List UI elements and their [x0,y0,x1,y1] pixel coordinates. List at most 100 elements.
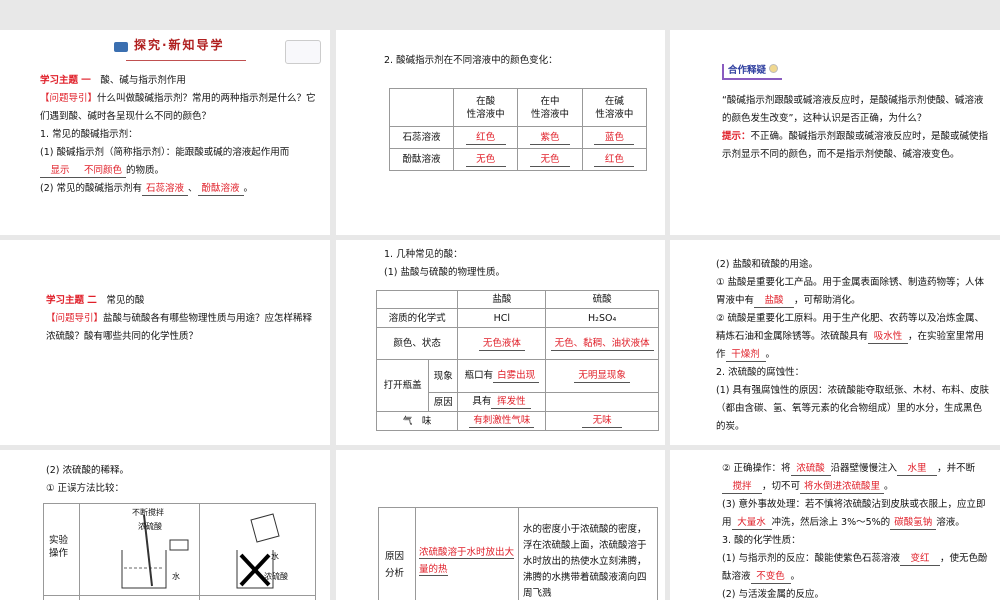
topic-label: 学习主题 一 [40,75,91,86]
answer-blank: 无色液体 [478,337,525,351]
answer-blank: 显示 [40,164,80,178]
hint-text: 不正确。酸碱指示剂跟酸或碱溶液反应时，是酸或碱使指示剂显示不同的颜色，而不是指示… [722,131,989,160]
header-cell: 在碱 性溶液中 [581,88,648,127]
line: 2. 浓硫酸的腐蚀性： [716,367,805,378]
line: ，并不断 [937,463,976,474]
line: 。 [884,481,894,492]
row-label: 颜色、状态 [375,327,459,360]
item-1b-text: (2) 常见的酸碱指示剂有 [40,183,142,194]
line: (1) 具有强腐蚀性的原因：浓硫酸能夺取纸张、木材、布料、皮肤（都由含碳、氢、氧… [716,385,989,432]
indicator-table: 在酸 性溶液中 在中 性溶液中 在碱 性溶液中 石蕊溶液 红色 紫色 蓝色 酚酞溶液 无色无… [389,88,648,171]
item-1a-end: 的物质。 [126,165,165,176]
answer-blank: 紫色 [529,131,570,145]
slide-1[interactable]: 探究·新知导学 学习主题 一 酸、碱与指示剂作用 【问题导引】什么叫做酸碱指示剂… [0,30,330,235]
topic-title: 常见的酸 [106,295,145,306]
row-label: 气 味 [375,411,459,431]
header-cell: 在酸 性溶液中 [452,88,519,127]
line: ① 正误方法比较： [46,483,125,494]
answer-blank: 不变色 [750,570,791,584]
slide-2[interactable]: 2. 酸碱指示剂在不同溶液中的颜色变化： 在酸 性溶液中 在中 性溶液中 在碱 性溶… [336,30,665,235]
answer-blank: 不同颜色 [80,164,127,178]
header-cell: 硫酸 [545,290,659,309]
cell-text: 具有 [472,396,492,407]
label-stir: 不断搅拌 [132,508,164,517]
line: 。 [765,349,776,360]
answer-blank: 盐酸 [754,294,795,308]
topic-label: 学习主题 二 [46,295,97,306]
question-text: “酸碱指示剂跟酸或碱溶液反应时，是酸碱指示剂使酸、碱溶液的颜色发生改变”，这种认… [722,95,984,124]
answer-blank: 酚酞溶液 [197,182,244,196]
period: 。 [243,183,254,194]
topic-title: 酸、碱与指示剂作用 [100,75,186,86]
dilution-table: 实验 操作 不断搅拌 浓硫酸 水 水 浓硫酸 [43,503,316,600]
row-label: 石蕊溶液 [389,126,454,149]
answer-blank: 变红 [899,552,940,566]
answer-blank: 石蕊溶液 [141,182,188,196]
answer-blank: 有刺激性气味 [469,414,535,428]
slide-9[interactable]: ② 正确操作：将 浓硫酸 沿器壁慢慢注入 水里 ，并不断搅拌 ，切不可 将水倒进浓硫酸里。 … [670,450,1000,600]
answer-blank: 将水倒进浓硫酸里 [800,480,885,494]
answer-blank: 白雾出现 [493,369,540,383]
slide-3[interactable]: 合作释疑 “酸碱指示剂跟酸或碱溶液反应时，是酸碱指示剂使酸、碱溶液的颜色发生改变… [670,30,1000,235]
guide-label: 【问题导引】 [40,93,98,104]
line: 冲洗，然后涂上 3%～5%的 [771,517,891,528]
slide-7[interactable]: (2) 浓硫酸的稀释。 ① 正误方法比较： 实验 操作 不断搅拌 浓硫酸 水 水… [0,450,330,600]
item-1a-text: (1) 酸碱指示剂（简称指示剂）：能跟酸或碱的溶液起作用而 [40,147,290,158]
row-label: 现象 [428,359,459,393]
answer-blank: 浓硫酸溶于水时放出大量的热 [419,547,515,576]
reason-table: 原因 分析 浓硫酸溶于水时放出大量的热 水的密度小于浓硫酸的密度，浮在浓硫酸上面… [378,507,658,600]
line-1: 1. 几种常见的酸： [384,249,463,260]
lightbulb-icon [769,64,779,73]
cell: HCl [457,308,547,328]
guide-label: 【问题导引】 [46,313,104,324]
separator: 、 [188,183,198,194]
answer-blank: 无味 [582,414,623,428]
label-water: 水 [172,572,180,581]
slide-header: 探究·新知导学 [134,38,225,52]
line: (2) 浓硫酸的稀释。 [46,465,129,476]
line-2: (1) 盐酸与硫酸的物理性质。 [384,267,505,278]
answer-blank: 碳酸氢钠 [890,516,937,530]
label-water: 水 [271,552,279,561]
line: 沿器壁慢慢注入 [830,463,898,474]
label-acid: 浓硫酸 [138,522,162,531]
slide-title: 2. 酸碱指示剂在不同溶液中的颜色变化： [384,55,558,66]
badge: 合作释疑 [722,64,783,80]
answer-blank: 红色 [594,153,635,167]
row-label: 打开瓶盖 [375,359,430,412]
row-label: 实验 操作 [49,535,69,559]
badge-label: 合作释疑 [728,65,767,76]
cell: H₂SO₄ [545,308,659,328]
label-acid: 浓硫酸 [264,572,288,581]
line: 。 [790,571,801,582]
answer-blank: 干燥剂 [725,348,766,362]
row-label: 原因 分析 [385,551,405,579]
item-1: 1. 常见的酸碱指示剂： [40,129,138,140]
answer-blank: 浓硫酸 [790,462,831,476]
line: 3. 酸的化学性质： [722,535,801,546]
note-thumbnail [285,40,321,64]
slide-6[interactable]: (2) 盐酸和硫酸的用途。 ① 盐酸是重要化工产品。用于金属表面除锈、制造药物等… [670,240,1000,445]
answer-blank: 蓝色 [594,131,635,145]
line: ，可帮助消化。 [794,295,861,306]
answer-blank: 挥发性 [491,395,532,409]
line: ② 正确操作：将 [722,463,791,474]
line: (2) 盐酸和硫酸的用途。 [716,259,818,270]
slide-4[interactable]: 学习主题 二 常见的酸 【问题导引】盐酸与硫酸各有哪些物理性质与用途？应怎样稀释… [0,240,330,445]
answer-blank: 无色 [529,153,570,167]
answer-blank: 无色、黏稠、油状液体 [550,337,654,351]
acid-properties-table: 盐酸 硫酸 溶质的化学式 HCl H₂SO₄ 颜色、状态 无色液体 无色、黏稠、油状液体 … [375,290,659,431]
row-label: 原因 [428,392,459,412]
slide-8[interactable]: 原因 分析 浓硫酸溶于水时放出大量的热 水的密度小于浓硫酸的密度，浮在浓硫酸上面… [336,450,665,600]
header-cell: 盐酸 [457,290,547,309]
wrong-reason-text: 水的密度小于浓硫酸的密度，浮在浓硫酸上面，浓硫酸溶于水时放出的热使水立刻沸腾，沸… [523,524,647,599]
answer-blank: 大量水 [731,516,772,530]
hint-label: 提示： [722,131,751,142]
row-label: 溶质的化学式 [375,308,459,328]
book-icon [114,42,128,52]
slide-5[interactable]: 1. 几种常见的酸： (1) 盐酸与硫酸的物理性质。 盐酸 硫酸 溶质的化学式 HC… [336,240,665,445]
header-cell [389,88,454,127]
line: (1) 与指示剂的反应：酸能使紫色石蕊溶液 [722,553,900,564]
answer-blank: 无明显现象 [574,369,630,383]
cell-text: 瓶口有 [464,370,494,381]
